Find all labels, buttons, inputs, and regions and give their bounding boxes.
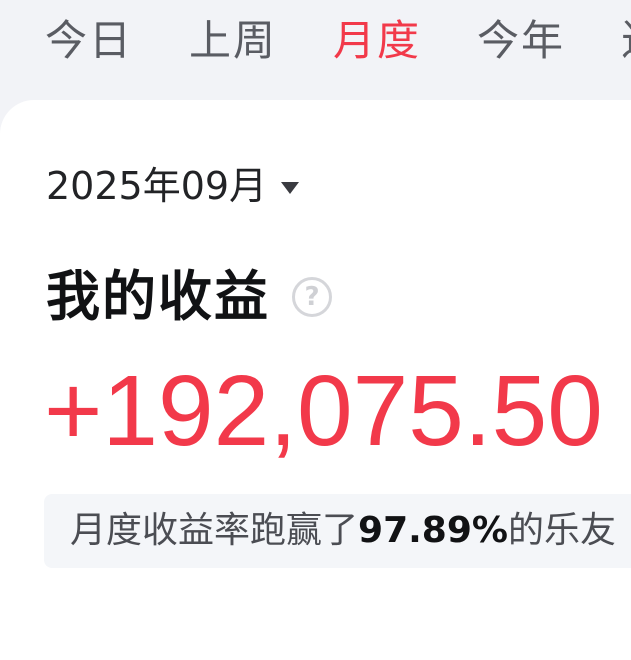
tab-last-week[interactable]: 上周 (189, 16, 277, 66)
tab-this-year[interactable]: 今年 (477, 16, 565, 66)
period-selector[interactable]: 2025年09月 (46, 162, 300, 210)
caret-down-icon (281, 182, 300, 194)
earnings-amount: +192,075.50 (44, 355, 603, 467)
beat-ratio-banner: 月度收益率跑赢了97.89%的乐友 (44, 494, 631, 568)
earnings-title-row: 我的收益 ? (46, 264, 332, 330)
beat-prefix: 月度收益率跑赢了 (70, 510, 359, 551)
beat-percent: 97.89% (358, 510, 508, 551)
tab-today[interactable]: 今日 (45, 16, 133, 66)
tab-monthly[interactable]: 月度 (333, 16, 421, 66)
help-icon[interactable]: ? (292, 277, 332, 317)
earnings-title: 我的收益 (46, 265, 270, 328)
beat-suffix: 的乐友 (507, 510, 616, 551)
period-tabs: 今日 上周 月度 今年 近 (0, 0, 631, 90)
tab-recent[interactable]: 近 (621, 16, 631, 66)
period-label: 2025年09月 (46, 164, 268, 208)
